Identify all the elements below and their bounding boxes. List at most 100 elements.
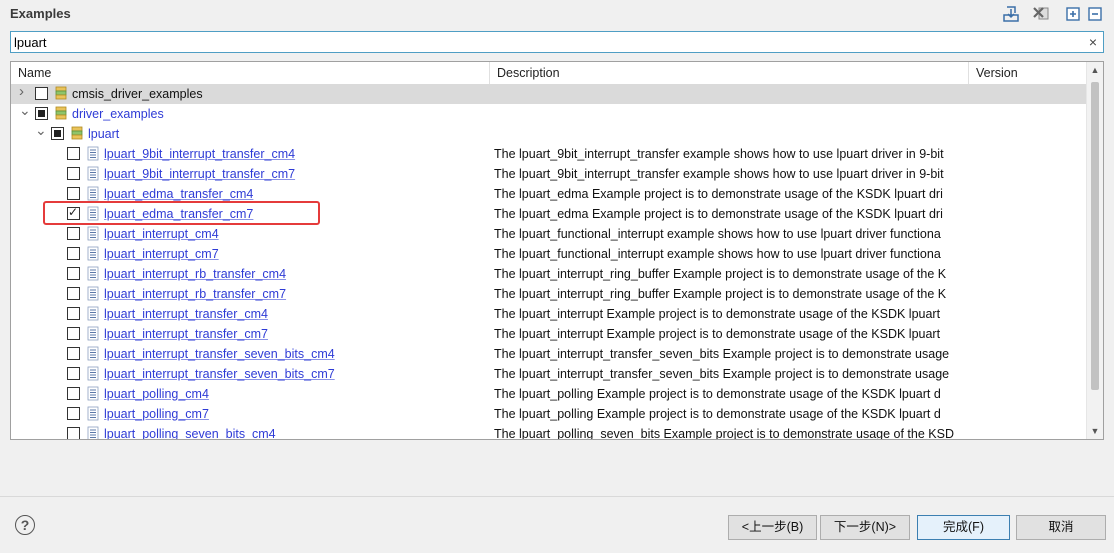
back-button[interactable]: <上一步(B) — [728, 515, 817, 540]
row-checkbox[interactable] — [67, 147, 80, 160]
row-checkbox[interactable] — [67, 407, 80, 420]
row-name[interactable]: lpuart_interrupt_transfer_cm7 — [104, 324, 268, 344]
chevron-down-icon[interactable]: ⌄ — [19, 103, 31, 117]
row-description: The lpuart_functional_interrupt example … — [494, 247, 941, 261]
row-description: The lpuart_edma Example project is to de… — [494, 207, 943, 221]
row-checkbox[interactable] — [67, 287, 80, 300]
file-icon — [87, 146, 99, 161]
row-checkbox[interactable] — [67, 167, 80, 180]
table-row[interactable]: lpuart_interrupt_cm4 The lpuart_functiona… — [11, 224, 1089, 244]
scroll-up-icon[interactable]: ▲ — [1087, 62, 1103, 78]
table-row[interactable]: ⌄ driver_examples — [11, 103, 1089, 124]
row-checkbox[interactable] — [67, 307, 80, 320]
name-cell: lpuart_interrupt_rb_transfer_cm7 — [11, 284, 490, 304]
file-icon — [87, 286, 99, 301]
table-row[interactable]: lpuart_interrupt_transfer_cm4 The lpuart_… — [11, 304, 1089, 324]
row-description: The lpuart_edma Example project is to de… — [494, 187, 943, 201]
remove-all-icon[interactable] — [1031, 4, 1051, 24]
row-name[interactable]: lpuart_interrupt_cm4 — [104, 224, 219, 244]
collapse-all-icon[interactable] — [1085, 4, 1105, 24]
row-name[interactable]: lpuart_polling_seven_bits_cm4 — [104, 424, 276, 439]
row-checkbox[interactable] — [67, 347, 80, 360]
name-cell: lpuart_polling_seven_bits_cm4 — [11, 424, 490, 439]
row-name[interactable]: lpuart_interrupt_transfer_seven_bits_cm4 — [104, 344, 335, 364]
name-cell: lpuart_interrupt_rb_transfer_cm4 — [11, 264, 490, 284]
file-icon — [87, 246, 99, 261]
row-description — [494, 124, 967, 144]
table-row[interactable]: lpuart_interrupt_rb_transfer_cm7 The lpua… — [11, 284, 1089, 304]
table-row[interactable]: lpuart_polling_cm7 The lpuart_polling Exa… — [11, 404, 1089, 424]
row-checkbox[interactable] — [67, 327, 80, 340]
row-description: The lpuart_interrupt Example project is … — [494, 307, 941, 321]
clear-icon[interactable]: × — [1089, 34, 1097, 50]
row-description — [494, 104, 967, 124]
row-description: The lpuart_interrupt Example project is … — [494, 327, 941, 341]
table-row[interactable]: lpuart_interrupt_transfer_cm7 The lpuart_… — [11, 324, 1089, 344]
help-icon[interactable]: ? — [15, 515, 35, 535]
folder-icon — [55, 106, 67, 121]
row-checkbox[interactable] — [67, 187, 80, 200]
row-checkbox[interactable] — [67, 267, 80, 280]
row-name[interactable]: lpuart_9bit_interrupt_transfer_cm4 — [104, 144, 295, 164]
name-cell: lpuart_polling_cm4 — [11, 384, 490, 404]
name-cell: lpuart_9bit_interrupt_transfer_cm4 — [11, 144, 490, 164]
column-header-name[interactable]: Name — [11, 62, 490, 84]
table-row[interactable]: lpuart_interrupt_rb_transfer_cm4 The lpua… — [11, 264, 1089, 284]
next-button[interactable]: 下一步(N)> — [820, 515, 910, 540]
finish-button[interactable]: 完成(F) — [917, 515, 1010, 540]
name-cell: ⌄ driver_examples — [11, 103, 490, 124]
cancel-button[interactable]: 取消 — [1016, 515, 1106, 540]
row-description — [494, 84, 967, 104]
file-icon — [87, 326, 99, 341]
table-row[interactable]: lpuart_9bit_interrupt_transfer_cm7 The lp… — [11, 164, 1089, 184]
file-icon — [87, 406, 99, 421]
table-row[interactable]: lpuart_interrupt_transfer_seven_bits_cm7… — [11, 364, 1089, 384]
row-checkbox[interactable] — [67, 367, 80, 380]
row-name[interactable]: lpuart_9bit_interrupt_transfer_cm7 — [104, 164, 295, 184]
row-name[interactable]: lpuart_interrupt_transfer_seven_bits_cm7 — [104, 364, 335, 384]
row-name[interactable]: lpuart_interrupt_rb_transfer_cm7 — [104, 284, 286, 304]
row-checkbox[interactable] — [67, 227, 80, 240]
row-checkbox[interactable] — [67, 247, 80, 260]
examples-header: Examples — [0, 0, 1114, 28]
row-checkbox[interactable] — [67, 387, 80, 400]
row-name[interactable]: lpuart_polling_cm7 — [104, 404, 209, 424]
footer-divider — [0, 496, 1114, 497]
row-name[interactable]: lpuart_interrupt_rb_transfer_cm4 — [104, 264, 286, 284]
row-name[interactable]: lpuart_polling_cm4 — [104, 384, 209, 404]
table-row[interactable]: lpuart_polling_seven_bits_cm4 The lpuart_… — [11, 424, 1089, 440]
chevron-right-icon[interactable]: › — [19, 84, 29, 99]
row-checkbox[interactable] — [67, 427, 80, 439]
table-row[interactable]: › cmsis_driver_examples — [11, 84, 1089, 104]
name-cell: ⌄ lpuart — [11, 123, 490, 144]
import-icon[interactable] — [1001, 4, 1021, 24]
filter-input[interactable]: lpuart × — [10, 31, 1104, 53]
row-description: The lpuart_polling_seven_bits Example pr… — [494, 427, 954, 440]
row-name[interactable]: lpuart_interrupt_transfer_cm4 — [104, 304, 268, 324]
table-row[interactable]: lpuart_interrupt_cm7 The lpuart_functiona… — [11, 244, 1089, 264]
row-checkbox[interactable] — [51, 127, 64, 140]
file-icon — [87, 166, 99, 181]
scrollbar-thumb[interactable] — [1091, 82, 1099, 390]
filter-input-value: lpuart — [14, 35, 47, 50]
table-row[interactable]: lpuart_9bit_interrupt_transfer_cm4 The lp… — [11, 144, 1089, 164]
annotation-highlight-box — [43, 201, 320, 225]
table-row[interactable]: lpuart_interrupt_transfer_seven_bits_cm4… — [11, 344, 1089, 364]
name-cell: lpuart_polling_cm7 — [11, 404, 490, 424]
column-header-version[interactable]: Version — [969, 62, 1089, 84]
row-checkbox[interactable] — [35, 107, 48, 120]
row-name[interactable]: driver_examples — [72, 104, 164, 124]
file-icon — [87, 386, 99, 401]
row-checkbox[interactable] — [35, 87, 48, 100]
row-name[interactable]: cmsis_driver_examples — [72, 84, 203, 104]
row-name[interactable]: lpuart — [88, 124, 119, 144]
row-description: The lpuart_9bit_interrupt_transfer examp… — [494, 147, 944, 161]
table-row[interactable]: ⌄ lpuart — [11, 123, 1089, 144]
expand-all-icon[interactable] — [1063, 4, 1083, 24]
row-name[interactable]: lpuart_interrupt_cm7 — [104, 244, 219, 264]
chevron-down-icon[interactable]: ⌄ — [35, 123, 47, 137]
table-row[interactable]: lpuart_polling_cm4 The lpuart_polling Exa… — [11, 384, 1089, 404]
scroll-down-icon[interactable]: ▼ — [1087, 423, 1103, 439]
vertical-scrollbar[interactable]: ▲ ▼ — [1086, 62, 1103, 439]
column-header-description[interactable]: Description — [490, 62, 969, 84]
